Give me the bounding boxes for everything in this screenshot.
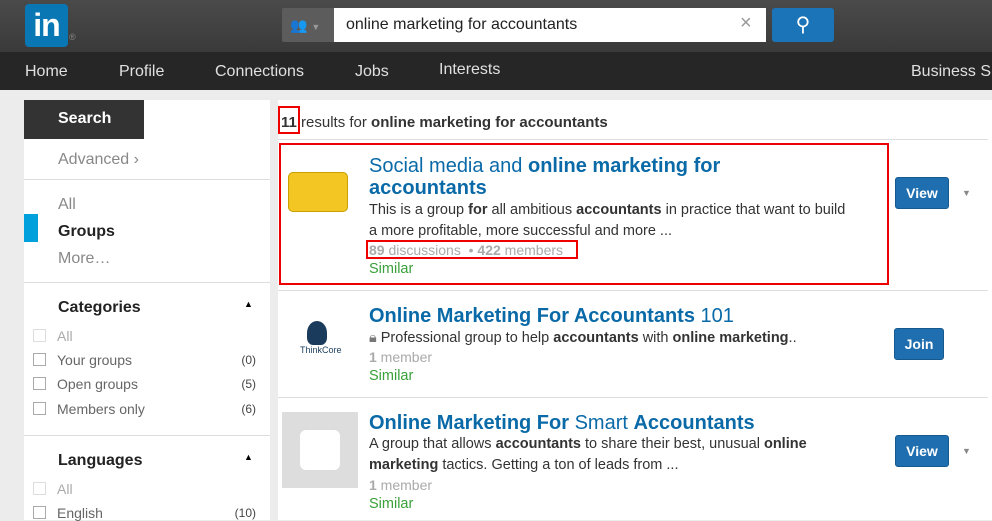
search-tab[interactable]: Search [24,100,144,139]
similar-link[interactable]: Similar [369,496,413,512]
categories-heading: Categories [58,299,141,316]
query: online marketing for accountants [371,114,608,131]
checkbox-all[interactable] [33,329,46,342]
results-count: 11 results for online marketing for acco… [281,114,608,131]
collapse-icon[interactable]: ▲ [244,299,253,309]
language-count: (10) [234,506,256,520]
search-scope-dropdown[interactable]: 👥 ▼ [282,8,334,42]
result-highlight [279,143,889,285]
groups-icon [300,430,340,470]
top-bar: in ® 👥 ▼ × ⚲ [0,0,992,52]
result-item: Online Marketing For Smart Accountants A… [278,398,988,520]
registered-mark: ® [69,32,76,42]
category-count: (5) [241,377,256,391]
clear-search-icon[interactable]: × [740,12,752,35]
nav-home[interactable]: Home [25,63,68,81]
type-more[interactable]: More… [58,250,110,268]
nav-business[interactable]: Business S [911,63,991,81]
result-description: 🔒︎ Professional group to help accountant… [369,330,797,346]
category-label: Your groups [57,352,132,368]
linkedin-logo[interactable]: in [25,4,68,47]
type-groups[interactable]: Groups [58,223,115,241]
category-label: All [57,328,73,344]
groups-icon: 👥 [290,17,308,33]
search-button[interactable]: ⚲ [772,8,834,42]
result-title[interactable]: Online Marketing For Smart Accountants [369,412,755,434]
language-label: All [57,481,73,497]
advanced-label: Advanced [58,151,130,168]
result-stats: 1 member [369,477,433,493]
view-button[interactable]: View [895,177,949,209]
sidebar: Search Advanced › All Groups More… Categ… [24,100,270,521]
languages-heading: Languages [58,452,143,469]
highlight-box [278,106,300,134]
group-placeholder-logo[interactable] [282,412,358,488]
result-stats: 1 member [369,349,433,365]
result-title[interactable]: Online Marketing For Accountants 101 [369,305,734,327]
chevron-down-icon[interactable]: ▼ [962,188,971,198]
main-nav: Home Profile Connections Jobs Interests … [0,52,992,90]
chevron-down-icon[interactable]: ▼ [962,446,971,456]
category-count: (0) [241,353,256,367]
nav-profile[interactable]: Profile [119,63,164,81]
join-button[interactable]: Join [894,328,944,360]
category-label: Open groups [57,376,138,392]
view-button[interactable]: View [895,435,949,467]
advanced-link[interactable]: Advanced › [58,151,139,169]
checkbox-open-groups[interactable] [33,377,46,390]
search-icon: ⚲ [795,14,811,36]
nav-connections[interactable]: Connections [215,63,304,81]
similar-link[interactable]: Similar [369,368,413,384]
nav-interests[interactable]: Interests [439,61,500,79]
chevron-down-icon: ▼ [311,22,321,32]
language-label: English [57,505,103,521]
results-text: results for [296,114,372,131]
active-indicator [24,214,38,242]
type-all[interactable]: All [58,196,76,214]
category-count: (6) [241,402,256,416]
checkbox-english[interactable] [33,506,46,519]
nav-jobs[interactable]: Jobs [355,63,389,81]
chevron-right-icon: › [133,151,139,168]
category-label: Members only [57,401,145,417]
result-item: ThinkCore Online Marketing For Accountan… [278,291,988,397]
collapse-icon[interactable]: ▲ [244,452,253,462]
group-logo[interactable]: ThinkCore [300,321,342,361]
search-input[interactable] [334,8,766,42]
results-panel: 11 results for online marketing for acco… [278,100,992,520]
checkbox-your-groups[interactable] [33,353,46,366]
lock-icon: 🔒︎ [369,330,381,346]
checkbox-lang-all[interactable] [33,482,46,495]
checkbox-members-only[interactable] [33,402,46,415]
result-description: A group that allows accountants to share… [369,436,807,473]
